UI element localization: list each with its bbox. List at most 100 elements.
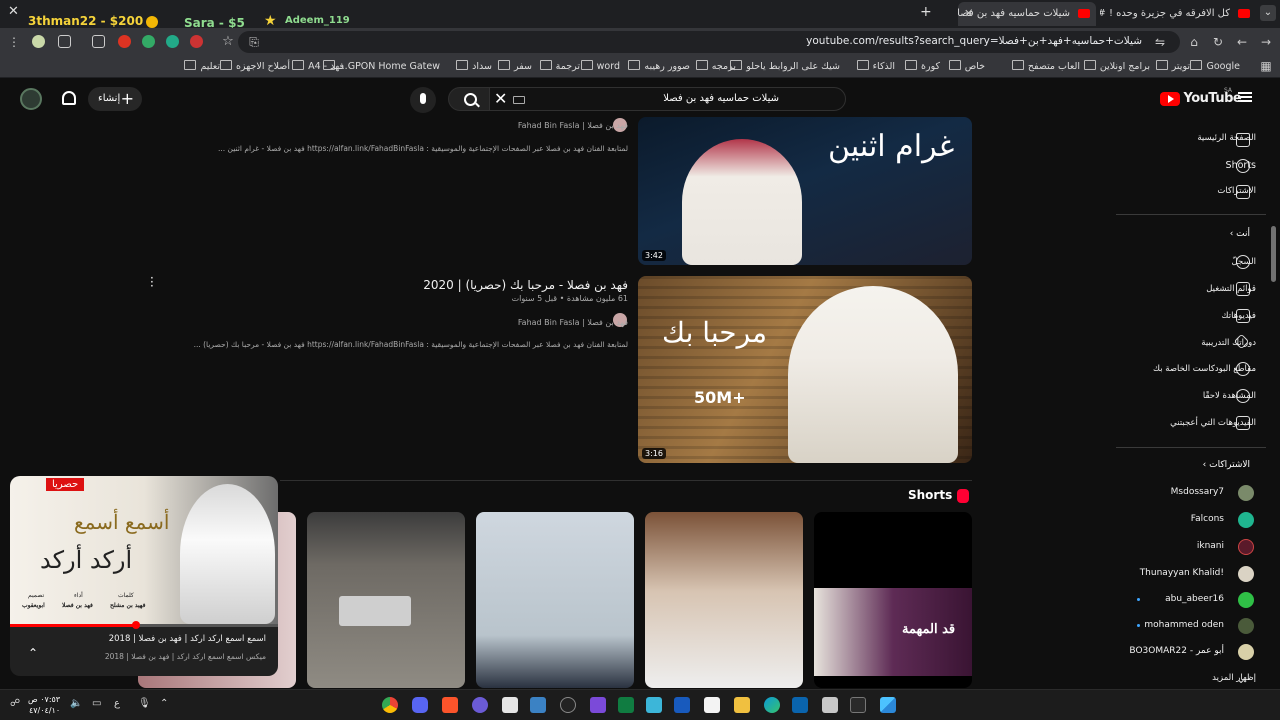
chrome-icon[interactable]	[382, 697, 398, 713]
bookmark-star-icon[interactable]: ☆	[220, 34, 236, 50]
edge-icon[interactable]	[764, 697, 780, 713]
volume-icon[interactable]: 🔈	[70, 698, 82, 709]
short-card[interactable]	[645, 512, 803, 688]
windows-start-icon[interactable]	[880, 697, 896, 713]
bookmark-images[interactable]: صوور رهيبه	[628, 60, 690, 72]
bookmark-private[interactable]: خاص	[949, 60, 985, 72]
apps-grid-icon[interactable]: ▦	[1258, 58, 1274, 74]
bookmark-translate[interactable]: ترجمة	[540, 60, 580, 72]
reload-icon[interactable]: ↻	[1210, 34, 1226, 50]
tab-youtube-2[interactable]: كل الافرقه في جزيرة وحده ! #1 -	[1100, 2, 1256, 26]
excel-icon[interactable]	[618, 697, 634, 713]
back-icon[interactable]: ←	[1234, 34, 1250, 50]
video-thumbnail-1[interactable]: غرام اثنين 3:42	[638, 117, 972, 265]
network-icon[interactable]: ☍	[10, 698, 20, 709]
extension-icon[interactable]	[58, 35, 71, 48]
sidebar-item-playlists[interactable]: قوائم التشغيل	[1206, 284, 1256, 294]
file-explorer-icon[interactable]	[734, 697, 750, 713]
sidebar-item-subscriptions[interactable]: الاشتراكات	[1217, 186, 1256, 196]
files-icon[interactable]	[646, 697, 662, 713]
forward-icon[interactable]: →	[1258, 34, 1274, 50]
profile-icon[interactable]	[32, 35, 45, 48]
app-icon[interactable]	[472, 697, 488, 713]
bookmark-programming[interactable]: برمجه	[696, 60, 736, 72]
adblock-icon[interactable]	[118, 35, 131, 48]
sidebar-item-podcasts[interactable]: مقاطع البودكاست الخاصة بك	[1153, 364, 1256, 374]
video-title[interactable]: فهد بن فصلا - مرحبا بك (حصريا) | 2020	[423, 278, 628, 292]
omnibox[interactable]: ⎘ youtube.com/results?search_query=شيلات…	[238, 31, 1180, 53]
bookmark-sadad[interactable]: سداد	[456, 60, 492, 72]
page-scrollbar[interactable]	[1271, 226, 1276, 282]
bookmark-travel[interactable]: سفر	[498, 60, 532, 72]
mini-player[interactable]: أسمع أسمع أركد أركد كلمات أداء تصميم فهي…	[10, 476, 278, 676]
bookmark-browser-games[interactable]: العاب متصفح	[1012, 60, 1080, 72]
widgets-icon[interactable]	[850, 697, 866, 713]
close-tab-icon[interactable]: ✕	[964, 2, 973, 26]
mini-player-progress[interactable]	[10, 624, 278, 627]
translate-ext-icon[interactable]	[166, 35, 179, 48]
bookmark-online-tools[interactable]: برامج اونلاين	[1084, 60, 1150, 72]
opera-ext-icon[interactable]	[190, 35, 203, 48]
notes-icon[interactable]	[502, 697, 518, 713]
subscription-thunayyan[interactable]: Thunayyan Khalid!	[1140, 568, 1224, 578]
subscription-bo3omar22[interactable]: BO3OMAR22 - أبو عمر	[1129, 646, 1224, 656]
new-tab-button[interactable]: +	[920, 4, 932, 20]
bookmark-fahad-a4[interactable]: فهد - A4	[292, 60, 344, 72]
subscription-abu-abeer16[interactable]: abu_abeer16	[1165, 594, 1224, 604]
mini-player-title[interactable]: اسمع اسمع اركد اركد | فهد بن فصلا | 2018	[109, 634, 266, 644]
task-view-icon[interactable]	[822, 697, 838, 713]
sidebar-item-watch-later[interactable]: المشاهدة لاحقًا	[1203, 391, 1256, 401]
battery-icon[interactable]: ▭	[92, 698, 101, 709]
sidebar-item-home[interactable]: الصفحة الرئيسية	[1197, 133, 1256, 143]
vpn-icon[interactable]	[142, 35, 155, 48]
channel-name[interactable]: فهد بن فصلا | Fahad Bin Fasla	[518, 318, 628, 327]
sidebar-show-more[interactable]: إظهار المزيد	[1212, 673, 1256, 683]
search-input[interactable]: شيلات حماسيه فهد بن فصلا	[488, 87, 846, 111]
search-button[interactable]	[448, 87, 490, 111]
sidebar-item-history[interactable]: السجلّ	[1232, 257, 1256, 267]
mic-icon[interactable]: 🎙	[138, 698, 151, 709]
sidebar-item-courses[interactable]: دوراتك التدريبية	[1201, 338, 1256, 348]
cast-icon[interactable]: ⎘	[246, 34, 262, 50]
bookmark-twitter[interactable]: تويتر	[1156, 60, 1190, 72]
keyboard-icon[interactable]	[513, 96, 525, 104]
sidebar-you-header[interactable]: أنت ›	[1230, 229, 1250, 239]
word-icon[interactable]	[674, 697, 690, 713]
channel-name[interactable]: فهد بن فصلا | Fahad Bin Fasla	[518, 121, 628, 130]
bookmark-football[interactable]: كورة	[905, 60, 940, 72]
feather-icon[interactable]	[590, 697, 606, 713]
subscription-falcons[interactable]: Falcons	[1191, 514, 1224, 524]
discord-icon[interactable]	[412, 697, 428, 713]
short-card[interactable]: قد المهمة	[814, 512, 972, 688]
progress-scrubber[interactable]	[131, 621, 140, 629]
extensions-puzzle-icon[interactable]	[92, 35, 105, 48]
account-avatar[interactable]	[20, 88, 42, 110]
language-indicator[interactable]: ع	[114, 698, 120, 709]
create-button[interactable]: إنشاء +	[88, 87, 142, 111]
close-icon[interactable]: ✕	[8, 5, 22, 19]
menu-dots-icon[interactable]: ⋮	[6, 34, 22, 50]
more-actions-icon[interactable]: · · ·	[150, 272, 154, 292]
sidebar-subscriptions-header[interactable]: الاشتراكات ›	[1203, 460, 1250, 470]
short-card[interactable]	[476, 512, 634, 688]
subscription-msdossary7[interactable]: Msdossary7	[1171, 487, 1224, 497]
subscription-mohammed-oden[interactable]: mohammed oden	[1144, 620, 1224, 630]
store-icon[interactable]	[530, 697, 546, 713]
bookmark-link-checker[interactable]: شيك على الروابط ياحلو	[730, 60, 840, 72]
bookmark-google[interactable]: Google	[1190, 60, 1240, 72]
tab-youtube-active[interactable]: شيلات حماسيه فهد بن فصلا - ⁦Yo ✕	[958, 2, 1096, 26]
bookmark-ai[interactable]: الذكاء	[857, 60, 895, 72]
clear-search-icon[interactable]: ✕	[494, 91, 507, 107]
bookmark-education[interactable]: تعليم	[184, 60, 220, 72]
notifications-bell-icon[interactable]	[62, 91, 76, 105]
short-card[interactable]	[307, 512, 465, 688]
bookmark-word[interactable]: word	[581, 60, 620, 72]
tab-search-chevron-icon[interactable]: ⌄	[1260, 5, 1276, 21]
home-icon[interactable]: ⌂	[1186, 34, 1202, 50]
bookmark-device-repair[interactable]: أصلاح الاجهزه	[220, 60, 290, 72]
sidebar-item-shorts[interactable]: Shorts	[1226, 160, 1256, 171]
outlook-icon[interactable]	[792, 697, 808, 713]
tray-chevron-icon[interactable]: ⌃	[160, 698, 168, 709]
brave-icon[interactable]	[442, 697, 458, 713]
subscription-iknani[interactable]: iknani	[1197, 541, 1224, 551]
